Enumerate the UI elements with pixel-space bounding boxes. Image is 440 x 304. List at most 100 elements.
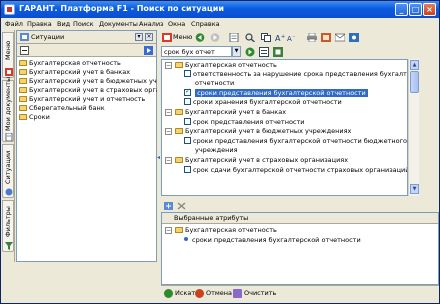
collapse-toggle[interactable]: − — [165, 128, 172, 135]
title-bar[interactable]: ГАРАНТ. Платформа F1 - Поиск по ситуации… — [1, 1, 439, 18]
apply-icon[interactable] — [144, 46, 153, 55]
menu-file[interactable]: Файл — [5, 19, 23, 29]
result-item[interactable]: срок представления отчетности — [184, 118, 305, 127]
search-dropdown-button[interactable]: ▼ — [232, 46, 241, 57]
situation-item[interactable]: Сберегательный банк — [19, 104, 105, 113]
situation-item[interactable]: Бухгалтерский учет и отчетность — [19, 95, 145, 104]
search-options-icon[interactable] — [259, 47, 269, 57]
search-go-icon[interactable] — [245, 47, 255, 57]
back-icon[interactable] — [195, 33, 205, 42]
collapse-toggle[interactable]: − — [165, 157, 172, 164]
result-checkbox[interactable] — [184, 166, 191, 173]
result-item[interactable]: ответственность за нарушение срока предс… — [184, 70, 407, 79]
print-icon[interactable] — [307, 33, 317, 42]
tab-menu[interactable]: Меню — [2, 32, 14, 78]
filter-icon — [5, 242, 13, 250]
attributes-add-icon[interactable] — [164, 202, 173, 210]
folder-icon — [19, 96, 27, 102]
bullet-icon — [184, 237, 188, 241]
folder-icon — [175, 62, 183, 68]
tab-situations-label: Ситуации — [4, 150, 12, 184]
menu-analysis[interactable]: Анализ — [139, 19, 164, 29]
collapse-toggle[interactable]: − — [165, 62, 172, 69]
result-group[interactable]: Бухгалтерский учет в банках — [175, 108, 286, 117]
folder-icon — [175, 227, 183, 233]
attribute-item[interactable]: сроки представления бухгалтерской отчетн… — [184, 236, 361, 245]
folder-icon — [19, 105, 27, 111]
folder-icon — [175, 157, 183, 163]
copy-icon[interactable] — [261, 33, 271, 42]
search-button[interactable]: Искать — [164, 288, 199, 299]
panel-options-button[interactable]: ▾ — [135, 33, 143, 41]
svg-text:-: - — [293, 34, 295, 40]
tab-situations[interactable]: Ситуации — [2, 144, 14, 198]
result-item[interactable]: сроки хранения бухгалтерской отчетности — [184, 98, 342, 107]
search-input[interactable] — [161, 46, 232, 57]
menu-view[interactable]: Вид — [57, 19, 70, 29]
result-group[interactable]: Бухгалтерский учет в бюджетных учреждени… — [175, 127, 351, 136]
svg-text:A: A — [287, 35, 292, 42]
tab-my-documents[interactable]: Мои документы — [2, 77, 14, 142]
export-icon[interactable] — [321, 33, 331, 42]
find-icon[interactable] — [245, 33, 255, 42]
menu-toolbar-label[interactable]: Меню — [173, 33, 192, 42]
menu-windows[interactable]: Окна — [168, 19, 185, 29]
maximize-button[interactable]: □ — [409, 3, 422, 16]
font-increase-icon[interactable]: A + — [275, 33, 285, 42]
folder-icon — [19, 114, 27, 120]
panel-close-button[interactable]: × — [145, 33, 153, 41]
menu-bar: Файл Правка Вид Поиск Документы Анализ О… — [1, 18, 439, 30]
folder-icon — [19, 87, 27, 93]
collapse-toggle[interactable]: − — [165, 109, 172, 116]
menu-documents[interactable]: Документы — [99, 19, 138, 29]
attribute-group[interactable]: Бухгалтерская отчетность — [175, 226, 277, 235]
folder-icon — [19, 78, 27, 84]
attributes-remove-icon[interactable] — [177, 202, 186, 210]
cancel-button[interactable]: Отмена — [195, 288, 232, 299]
mail-icon[interactable] — [335, 33, 345, 42]
result-checkbox[interactable] — [184, 118, 191, 125]
document-icon[interactable] — [229, 33, 239, 42]
close-button[interactable]: × — [423, 3, 436, 16]
window-title: ГАРАНТ. Платформа F1 - Поиск по ситуации — [19, 4, 225, 13]
scroll-thumb[interactable] — [410, 71, 419, 93]
search-results-tree: − Бухгалтерская отчетность ответственнос… — [161, 59, 408, 196]
documents-icon — [5, 133, 13, 141]
result-group[interactable]: Бухгалтерская отчетность — [175, 61, 277, 70]
situation-item[interactable]: Бухгалтерская отчетность — [19, 59, 121, 68]
situations-icon — [5, 188, 13, 196]
scroll-up-button[interactable]: ▲ — [410, 60, 419, 70]
situation-item[interactable]: Сроки — [19, 113, 50, 122]
tools-icon[interactable] — [349, 33, 359, 42]
menu-edit[interactable]: Правка — [27, 19, 52, 29]
result-checkbox[interactable] — [184, 137, 191, 144]
menu-search[interactable]: Поиск — [73, 19, 94, 29]
result-group[interactable]: Бухгалтерский учет в страховых организац… — [175, 156, 348, 165]
situations-header-icon — [20, 33, 29, 41]
font-decrease-icon[interactable]: A- — [287, 33, 297, 42]
clear-button[interactable]: Очистить — [233, 288, 276, 299]
result-item[interactable]: срок сдачи бухгалтерской отчетности стра… — [184, 166, 407, 175]
result-item-selected[interactable]: сроки представления бухгалтерской отчетн… — [184, 87, 407, 98]
result-checkbox-checked[interactable] — [184, 87, 191, 96]
menu-help[interactable]: Справка — [191, 19, 220, 29]
results-scrollbar[interactable]: ▲ ▼ — [408, 59, 419, 196]
menu-icon — [5, 68, 13, 76]
menu-toolbar-icon[interactable] — [162, 33, 172, 42]
situation-item[interactable]: Бухгалтерский учет в бюджетных учр — [19, 77, 161, 86]
collapse-all-icon[interactable] — [20, 46, 29, 55]
result-checkbox[interactable] — [184, 98, 191, 105]
minimize-button[interactable]: _ — [395, 3, 408, 16]
result-item[interactable]: сроки представления бухгалтерской отчетн… — [184, 137, 407, 146]
scroll-down-button[interactable]: ▼ — [410, 184, 419, 194]
search-bar: ▼ — [161, 45, 439, 59]
search-settings-icon[interactable] — [273, 47, 283, 57]
svg-text:+: + — [281, 34, 285, 40]
forward-icon[interactable] — [210, 33, 220, 42]
situation-item[interactable]: Бухгалтерский учет в страховых орга — [19, 86, 160, 95]
collapse-toggle[interactable]: − — [165, 227, 172, 234]
clear-icon — [233, 289, 242, 298]
result-checkbox[interactable] — [184, 70, 191, 77]
tab-filters[interactable]: Фильтры — [2, 200, 14, 252]
situation-item[interactable]: Бухгалтерский учет в банках — [19, 68, 130, 77]
